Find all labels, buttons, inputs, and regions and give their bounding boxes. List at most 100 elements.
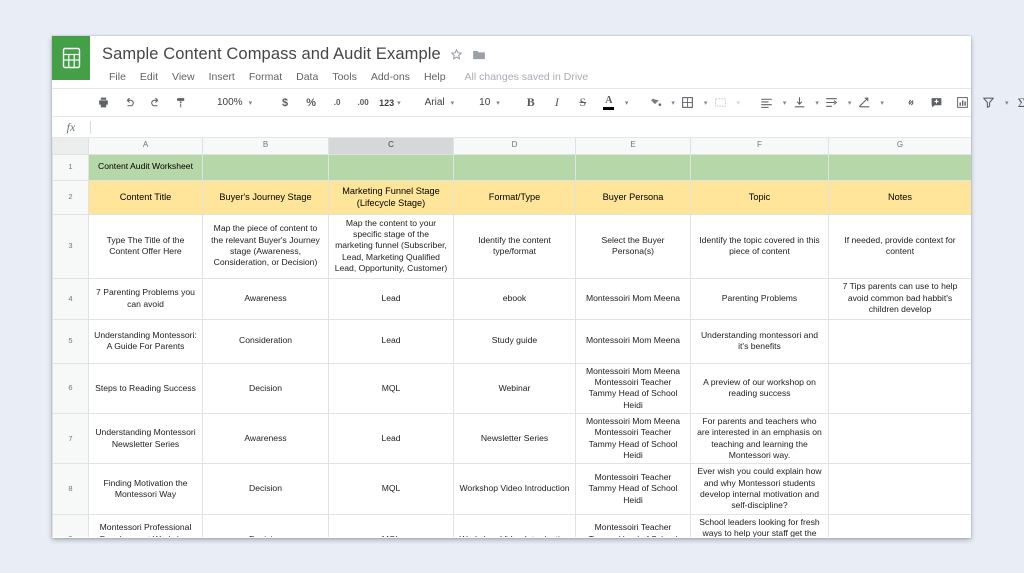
document-title[interactable]: Sample Content Compass and Audit Example [102,45,441,64]
cell-b1[interactable] [202,153,329,181]
cell-f9[interactable]: School leaders looking for fresh ways to… [690,513,829,537]
cell-g8[interactable] [828,463,971,515]
cell-b6[interactable]: Decision [202,362,329,414]
spreadsheet-grid[interactable]: A B C D E F G 1 Content Audit Worksheet [52,138,971,537]
vertical-align-icon[interactable] [789,93,809,113]
cell-d4[interactable]: ebook [453,277,576,320]
cell-b7[interactable]: Awareness [202,412,329,465]
cell-d7[interactable]: Newsletter Series [453,412,576,465]
cell-c7[interactable]: Lead [328,412,454,465]
cell-g6[interactable] [828,362,971,414]
strikethrough-button[interactable]: S [573,93,593,113]
text-color-button[interactable]: A [599,93,619,113]
cell-g7[interactable] [828,412,971,465]
select-all-corner[interactable] [52,138,89,155]
cell-d1[interactable] [453,153,576,181]
cell-c9[interactable]: MQL [328,513,454,537]
cell-b9[interactable]: Decision [202,513,329,537]
google-sheets-logo-icon[interactable] [52,36,90,80]
chevron-down-icon[interactable]: ▾ [671,99,675,107]
column-header-d[interactable]: D [453,138,576,155]
chevron-down-icon[interactable]: ▾ [704,99,708,107]
chevron-down-icon[interactable]: ▾ [625,99,629,107]
cell-e9[interactable]: Montessoiri Teacher Tammy Head of School… [575,513,691,537]
cell-d8[interactable]: Workshop Video Introduction [453,463,576,515]
cell-c2[interactable]: Marketing Funnel Stage (Lifecycle Stage) [328,179,454,215]
cell-d6[interactable]: Webinar [453,362,576,414]
more-formats-button[interactable]: 123 ▾ [379,93,401,113]
cell-d9[interactable]: Workshop Video Introduction [453,513,576,537]
fill-color-icon[interactable] [645,93,665,113]
cell-c8[interactable]: MQL [328,463,454,515]
bold-button[interactable]: B [521,93,541,113]
comment-icon[interactable] [927,93,947,113]
column-header-f[interactable]: F [690,138,829,155]
menu-format[interactable]: Format [242,69,289,85]
cell-a2[interactable]: Content Title [88,179,203,215]
column-header-g[interactable]: G [828,138,971,155]
chevron-down-icon[interactable]: ▾ [736,99,740,107]
row-header-8[interactable]: 8 [52,463,89,515]
print-icon[interactable] [93,93,113,113]
row-header-6[interactable]: 6 [52,362,89,414]
increase-decimal-button[interactable]: .00 [353,93,373,113]
cell-a9[interactable]: Montessori Professional Development Work… [88,513,203,537]
cell-a4[interactable]: 7 Parenting Problems you can avoid [88,277,203,320]
cell-b3[interactable]: Map the piece of content to the relevant… [202,213,329,279]
font-family-selector[interactable]: Arial ▾ [418,89,459,116]
column-header-e[interactable]: E [575,138,691,155]
cell-f5[interactable]: Understanding montessori and it's benefi… [690,318,829,364]
cell-f6[interactable]: A preview of our workshop on reading suc… [690,362,829,414]
row-header-5[interactable]: 5 [52,318,89,364]
sigma-icon[interactable]: Σ [1011,93,1024,113]
horizontal-align-icon[interactable] [757,93,777,113]
chart-icon[interactable] [953,93,973,113]
cell-g2[interactable]: Notes [828,179,971,215]
italic-button[interactable]: I [547,93,567,113]
cell-b2[interactable]: Buyer's Journey Stage [202,179,329,215]
cell-f4[interactable]: Parenting Problems [690,277,829,320]
cell-d3[interactable]: Identify the content type/format [453,213,576,279]
cell-e6[interactable]: Montessoiri Mom Meena Montessoiri Teache… [575,362,691,414]
cell-e8[interactable]: Montessoiri Teacher Tammy Head of School… [575,463,691,515]
cell-e3[interactable]: Select the Buyer Persona(s) [575,213,691,279]
row-header-2[interactable]: 2 [52,179,89,215]
text-rotation-icon[interactable] [854,93,874,113]
font-size-selector[interactable]: 10 ▾ [472,89,504,116]
cell-b4[interactable]: Awareness [202,277,329,320]
cell-e7[interactable]: Montessoiri Mom Meena Montessoiri Teache… [575,412,691,465]
cell-c3[interactable]: Map the content to your specific stage o… [328,213,454,279]
row-header-1[interactable]: 1 [52,153,89,181]
cell-f7[interactable]: For parents and teachers who are interes… [690,412,829,465]
undo-icon[interactable] [119,93,139,113]
column-header-a[interactable]: A [88,138,203,155]
decrease-decimal-button[interactable]: .0 [327,93,347,113]
cell-a1[interactable]: Content Audit Worksheet [88,153,203,181]
menu-help[interactable]: Help [417,69,453,85]
chevron-down-icon[interactable]: ▾ [783,99,787,107]
cell-e4[interactable]: Montessoiri Mom Meena [575,277,691,320]
row-header-4[interactable]: 4 [52,277,89,320]
row-header-3[interactable]: 3 [52,213,89,279]
cell-f8[interactable]: Ever wish you could explain how and why … [690,463,829,515]
menu-edit[interactable]: Edit [133,69,165,85]
cell-g3[interactable]: If needed, provide context for content [828,213,971,279]
cell-f1[interactable] [690,153,829,181]
cell-a6[interactable]: Steps to Reading Success [88,362,203,414]
link-icon[interactable] [901,93,921,113]
redo-icon[interactable] [145,93,165,113]
text-wrap-icon[interactable] [822,93,842,113]
column-header-c[interactable]: C [328,138,454,155]
cell-g9[interactable] [828,513,971,537]
cell-c1[interactable] [328,153,454,181]
filter-icon[interactable] [979,93,999,113]
cell-g5[interactable] [828,318,971,364]
percent-format-button[interactable]: % [301,93,321,113]
menu-add-ons[interactable]: Add-ons [364,69,417,85]
row-header-7[interactable]: 7 [52,412,89,465]
cell-c5[interactable]: Lead [328,318,454,364]
cell-a7[interactable]: Understanding Montessori Newsletter Seri… [88,412,203,465]
cell-c6[interactable]: MQL [328,362,454,414]
column-header-b[interactable]: B [202,138,329,155]
cell-a5[interactable]: Understanding Montessori: A Guide For Pa… [88,318,203,364]
